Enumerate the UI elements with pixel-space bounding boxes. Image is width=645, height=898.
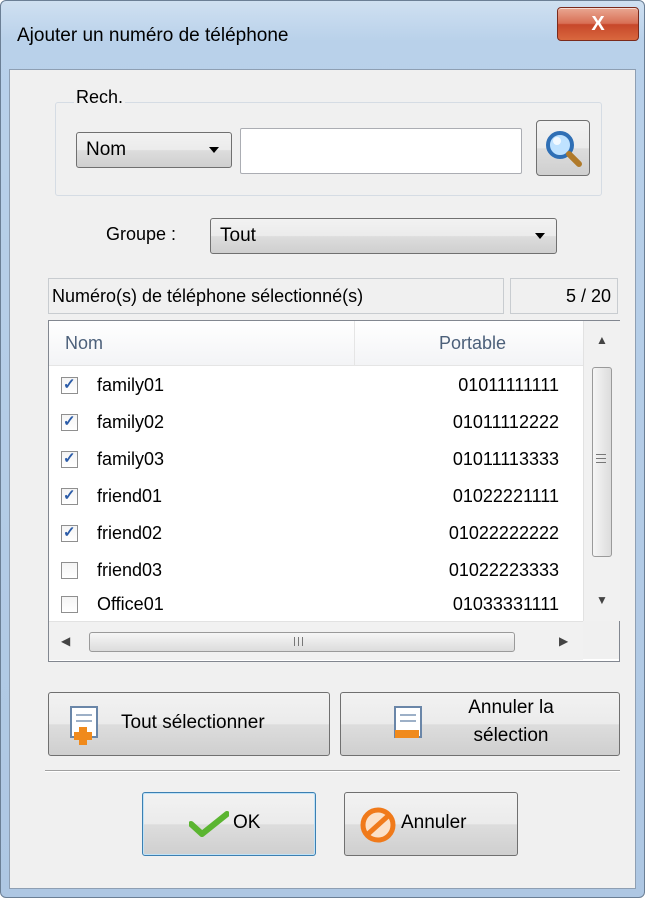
footer-divider xyxy=(45,770,620,772)
close-icon: X xyxy=(591,12,605,35)
window-title: Ajouter un numéro de téléphone xyxy=(17,25,289,46)
row-phone: 01022221111 xyxy=(452,486,559,506)
phone-list: Nom Portable family01 01011111111 family… xyxy=(48,320,620,662)
row-name: family02 xyxy=(97,412,165,432)
selected-count-label-box: Numéro(s) de téléphone sélectionné(s) xyxy=(48,278,504,314)
group-value: Tout xyxy=(220,225,256,246)
select-all-button[interactable]: Tout sélectionner xyxy=(48,692,330,756)
list-header: Nom Portable xyxy=(49,321,583,366)
column-header-name[interactable]: Nom xyxy=(65,333,103,354)
scroll-right-icon[interactable]: ▶ xyxy=(559,634,568,648)
scroll-corner xyxy=(583,621,619,659)
table-row[interactable]: family02 01011112222 xyxy=(49,404,583,441)
row-phone: 01011113333 xyxy=(452,449,559,469)
table-row[interactable]: Office01 01033331111 xyxy=(49,586,583,623)
search-input[interactable] xyxy=(240,128,522,174)
row-name: friend01 xyxy=(97,486,163,506)
cancel-label: Annuler xyxy=(401,812,467,833)
selected-count-box: 5 / 20 xyxy=(510,278,618,314)
column-separator[interactable] xyxy=(354,321,355,365)
row-name: Office01 xyxy=(97,594,164,614)
title-bar[interactable]: Ajouter un numéro de téléphone X xyxy=(1,1,644,71)
table-row[interactable]: friend03 01022223333 xyxy=(49,552,583,589)
horizontal-scroll-thumb[interactable] xyxy=(89,632,515,652)
table-row[interactable]: friend01 01022221111 xyxy=(49,478,583,515)
row-name: friend02 xyxy=(97,523,163,543)
prohibited-icon xyxy=(360,807,396,843)
add-document-icon xyxy=(70,706,98,745)
close-button[interactable]: X xyxy=(557,7,639,41)
checkmark-icon xyxy=(189,811,229,837)
vertical-scroll-thumb[interactable] xyxy=(592,367,612,557)
remove-document-icon xyxy=(394,706,422,738)
row-name: friend03 xyxy=(97,560,163,580)
row-checkbox[interactable] xyxy=(61,449,78,468)
selected-count: 5 / 20 xyxy=(565,286,611,306)
scroll-down-icon[interactable]: ▼ xyxy=(596,593,608,607)
selected-count-label: Numéro(s) de téléphone sélectionné(s) xyxy=(52,286,364,306)
chevron-down-icon xyxy=(209,147,219,153)
row-checkbox[interactable] xyxy=(61,562,78,579)
table-row[interactable]: family01 01011111111 xyxy=(49,367,583,404)
group-select[interactable]: Tout xyxy=(210,218,557,254)
chevron-down-icon xyxy=(535,233,545,239)
row-checkbox[interactable] xyxy=(61,523,78,542)
row-name: family03 xyxy=(97,449,165,469)
row-checkbox[interactable] xyxy=(61,596,78,613)
ok-button[interactable]: OK xyxy=(142,792,316,856)
column-header-phone[interactable]: Portable xyxy=(439,333,506,354)
cancel-selection-label-line1: Annuler la xyxy=(468,697,554,718)
group-label: Groupe : xyxy=(106,224,177,244)
row-phone: 01022222222 xyxy=(448,523,559,543)
search-field-select[interactable]: Nom xyxy=(76,132,232,168)
select-all-label: Tout sélectionner xyxy=(121,712,265,733)
row-checkbox[interactable] xyxy=(61,412,78,431)
row-phone: 01033331111 xyxy=(452,594,559,614)
cancel-selection-label-line2: sélection xyxy=(473,725,549,746)
row-phone: 01022223333 xyxy=(448,560,559,580)
scroll-up-icon[interactable]: ▲ xyxy=(596,333,608,347)
row-checkbox[interactable] xyxy=(61,375,78,394)
search-button[interactable] xyxy=(536,120,590,176)
cancel-selection-button[interactable]: Annuler la sélection xyxy=(340,692,620,756)
horizontal-scrollbar[interactable]: ◀ ▶ xyxy=(49,621,583,660)
table-row[interactable]: friend02 01022222222 xyxy=(49,515,583,552)
search-group-label: Rech. xyxy=(74,87,126,108)
search-field-value: Nom xyxy=(86,139,127,160)
dialog-window: Ajouter un numéro de téléphone X Rech. N… xyxy=(0,0,645,898)
row-name: family01 xyxy=(97,375,165,395)
row-phone: 01011112222 xyxy=(452,412,559,432)
dialog-body: Rech. Nom Groupe : Tout Numéro(s) de tél… xyxy=(9,69,636,889)
scroll-left-icon[interactable]: ◀ xyxy=(61,634,70,648)
row-checkbox[interactable] xyxy=(61,486,78,505)
grip-icon xyxy=(596,454,606,455)
vertical-scrollbar[interactable]: ▲ ▼ xyxy=(583,321,620,621)
ok-label: OK xyxy=(233,812,261,833)
magnifier-icon xyxy=(546,131,582,167)
row-phone: 01011111111 xyxy=(458,375,559,395)
grip-icon xyxy=(294,637,295,646)
table-row[interactable]: family03 01011113333 xyxy=(49,441,583,478)
cancel-button[interactable]: Annuler xyxy=(344,792,518,856)
